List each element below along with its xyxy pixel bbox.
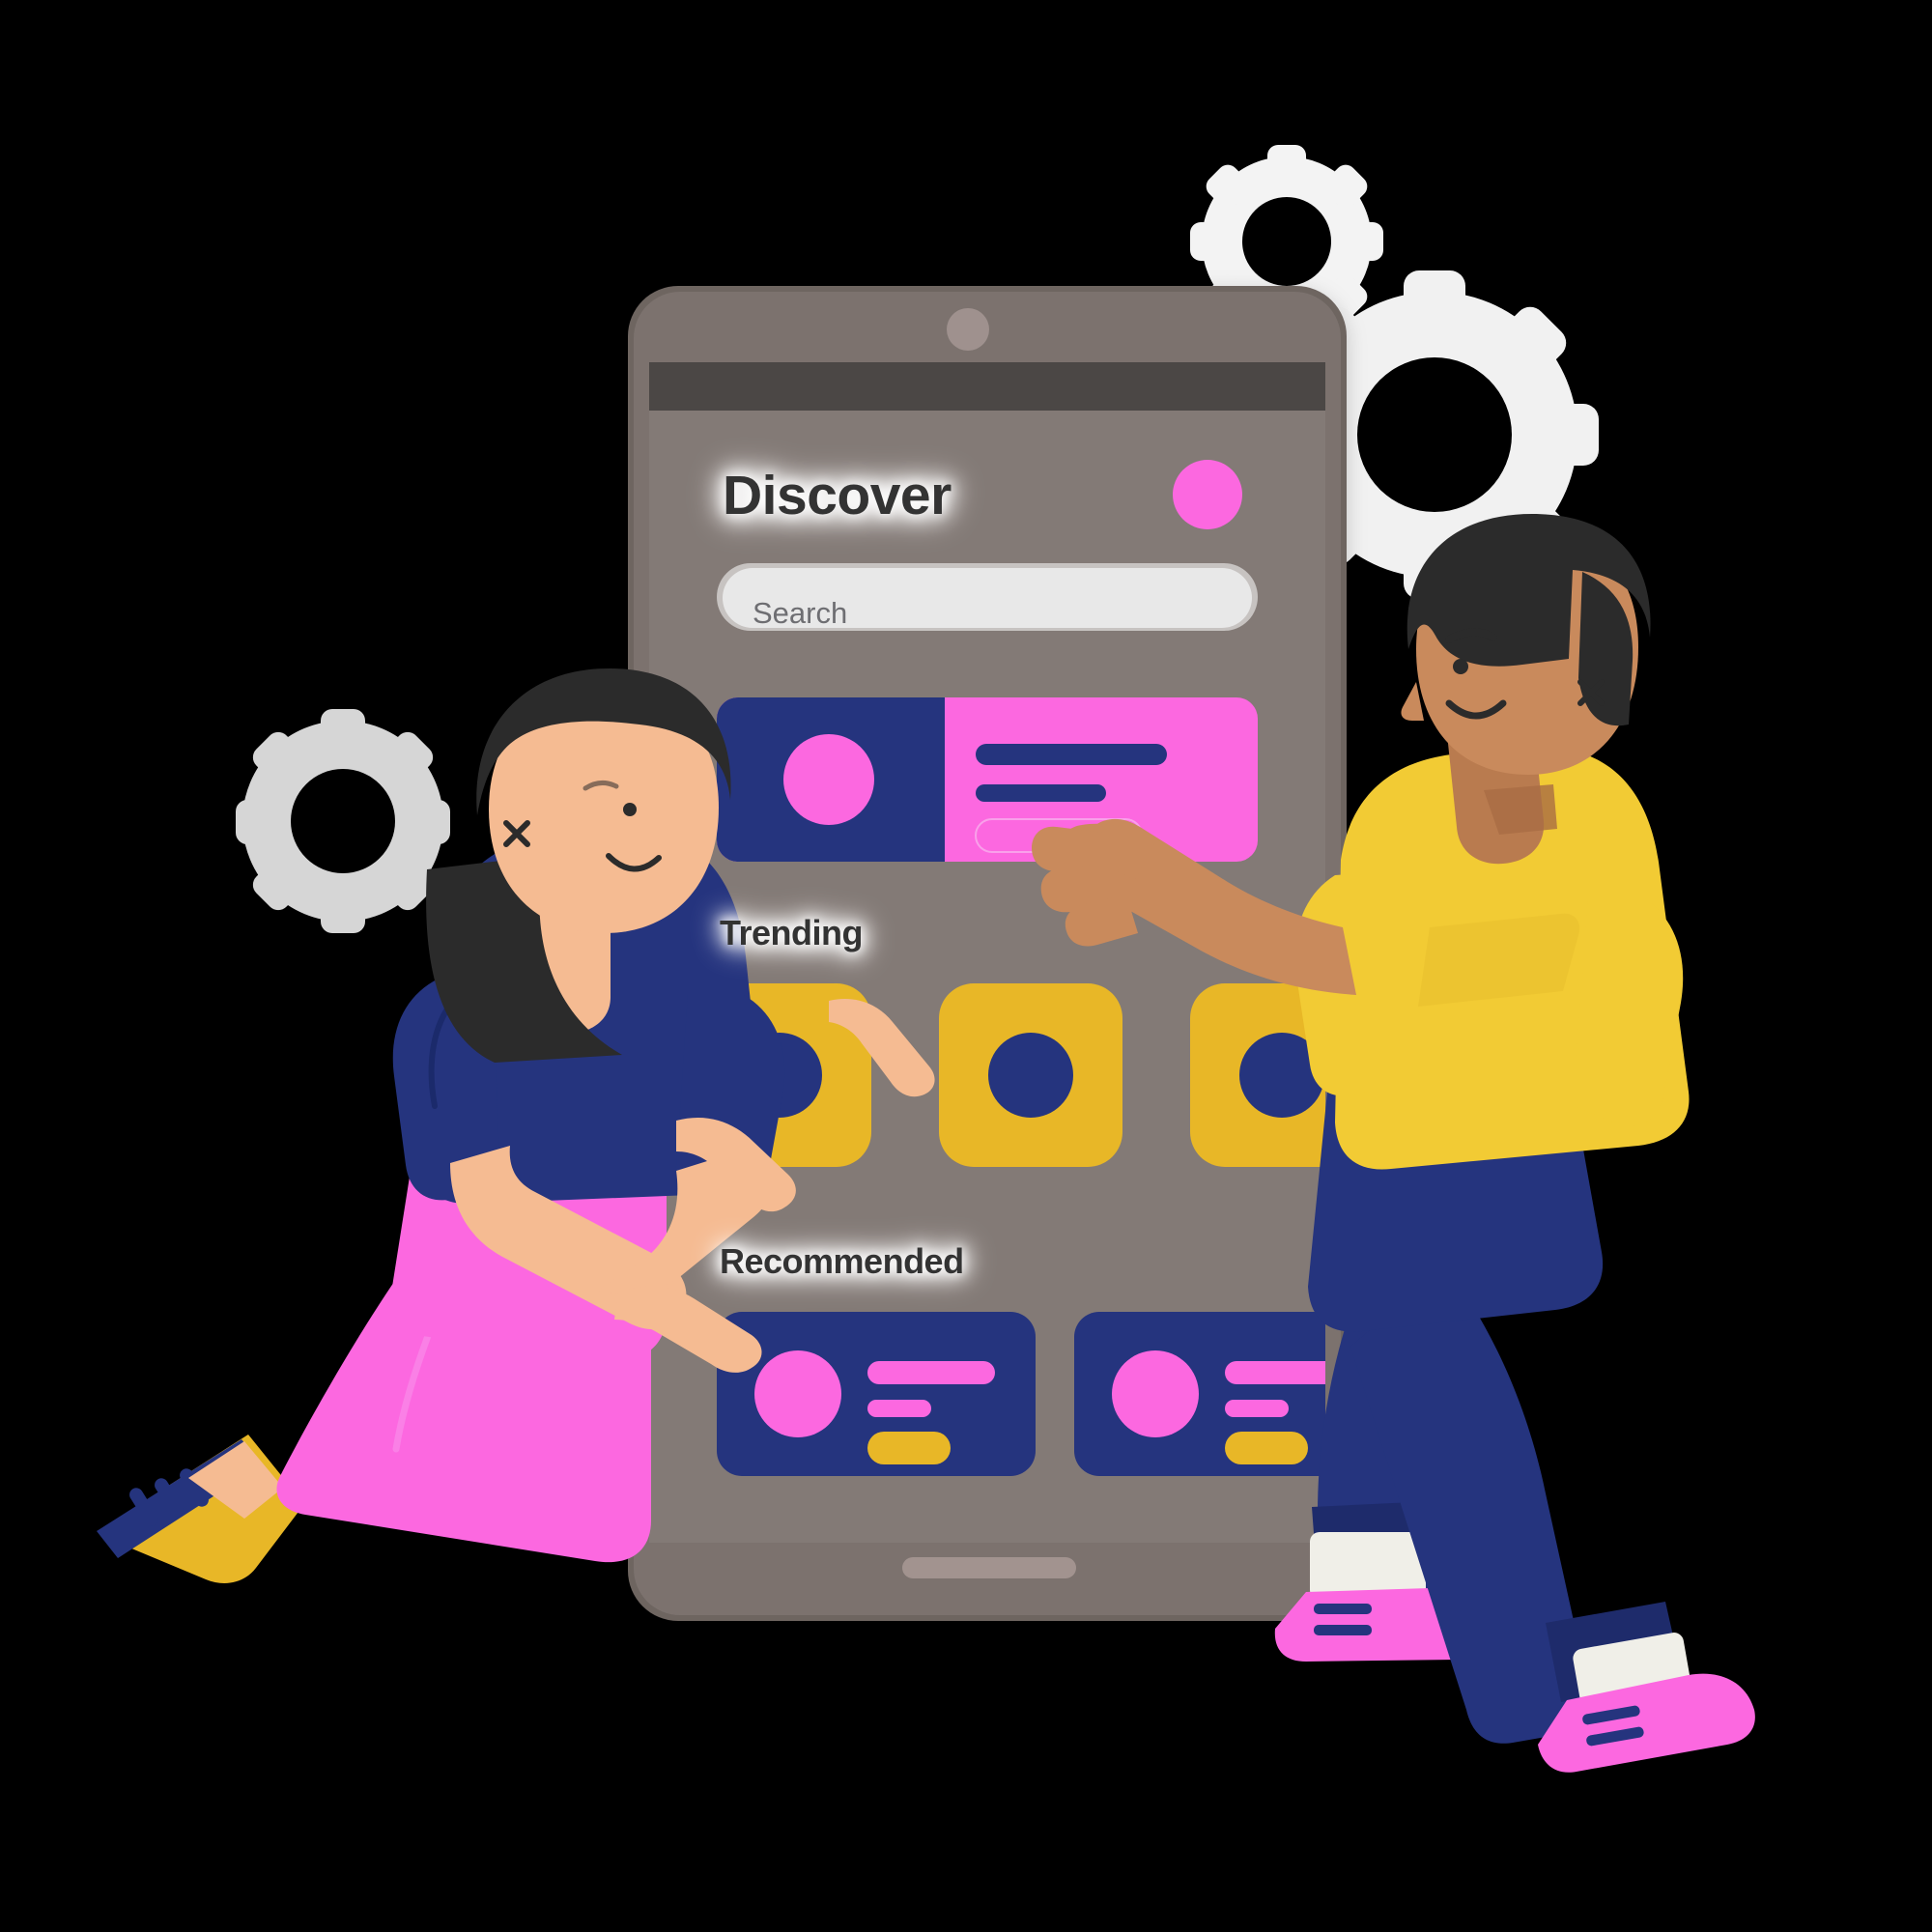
woman-eye (623, 803, 637, 816)
recommended-card-2-button (1225, 1432, 1308, 1464)
trending-cards-row (688, 983, 1325, 1167)
recommended-card-2-avatar (1112, 1350, 1199, 1437)
man-eye (1453, 659, 1468, 674)
featured-card-line-1 (976, 744, 1167, 765)
section-title-recommended: Recommended (720, 1241, 964, 1281)
recommended-card-1-line-2 (867, 1400, 931, 1417)
trending-card-2-dot (988, 1033, 1073, 1118)
discover-app-illustration (0, 0, 1932, 1932)
recommended-card-2-line-2 (1225, 1400, 1289, 1417)
recommended-card-1-button (867, 1432, 951, 1464)
featured-card-thumb (783, 734, 874, 825)
status-bar (649, 362, 1325, 411)
featured-card-line-2 (976, 784, 1106, 802)
front-camera-icon (947, 308, 989, 351)
home-indicator (902, 1557, 1076, 1578)
profile-avatar[interactable] (1173, 460, 1242, 529)
section-title-trending: Trending (720, 913, 864, 952)
illustration-canvas: Discover Search Trending Recommended (0, 0, 1932, 1932)
page-title: Discover (723, 465, 952, 526)
search-input[interactable]: Search (753, 596, 847, 631)
recommended-card-1-line-1 (867, 1361, 995, 1384)
recommended-card-1-avatar (754, 1350, 841, 1437)
featured-card[interactable] (717, 697, 1258, 862)
